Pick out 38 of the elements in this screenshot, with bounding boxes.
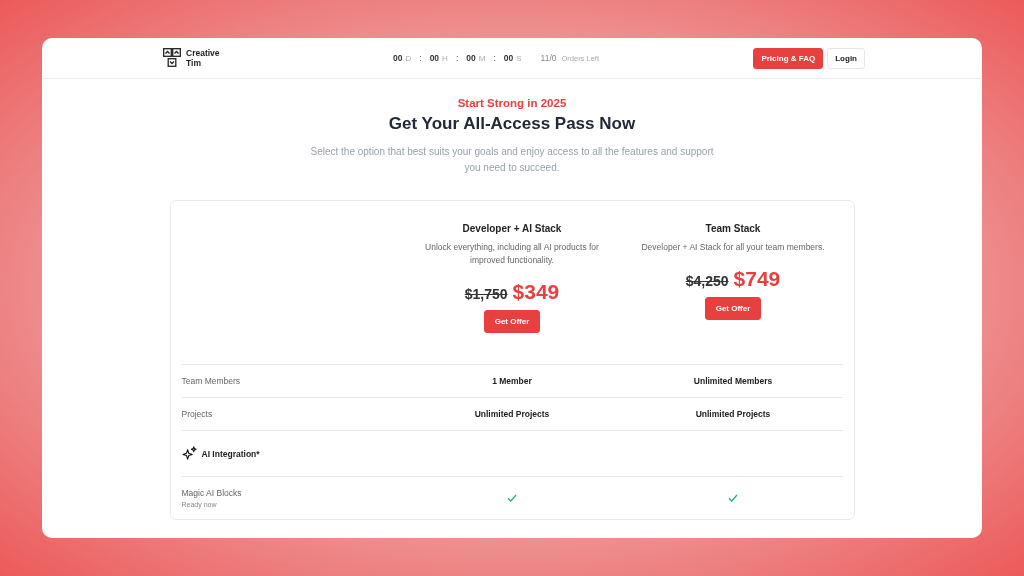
row-value: Unlimited Members bbox=[692, 376, 774, 386]
sparkles-icon bbox=[181, 446, 197, 461]
timer-value: 00 bbox=[429, 53, 440, 63]
plan-name: Developer + AI Stack bbox=[462, 223, 562, 234]
timer-unit: M bbox=[478, 54, 486, 63]
plan-description: Developer + AI Stack for all your team members. bbox=[640, 241, 826, 254]
orders-count: 11/0 bbox=[540, 53, 557, 63]
timer-separator: : bbox=[493, 53, 496, 63]
eyebrow-text: Start Strong in 2025 bbox=[457, 97, 567, 109]
timer-value: 00 bbox=[466, 53, 476, 63]
timer-unit: D bbox=[405, 54, 412, 63]
timer-unit: S bbox=[516, 54, 522, 63]
plan-description: Unlock everything, including all AI products for improved functionality. bbox=[424, 241, 600, 267]
timer-separator: : bbox=[455, 53, 459, 63]
login-button[interactable]: Login bbox=[827, 47, 865, 69]
price: $749 bbox=[733, 267, 781, 291]
row-value: Unlimited Projects bbox=[694, 409, 772, 419]
subtitle-text: Select the option that best suits your goals and enjoy access to all the features and support you need to succeed. bbox=[309, 145, 715, 175]
plan-name: Team Stack bbox=[705, 223, 761, 234]
row-label: Team Members bbox=[181, 376, 242, 386]
row-label: Projects bbox=[181, 409, 214, 419]
feature-label: Magic AI Blocks bbox=[181, 488, 243, 498]
page-title: Get Your All-Access Pass Now bbox=[388, 114, 636, 134]
logo-text: Creative Tim bbox=[186, 48, 220, 68]
timer-value: 00 bbox=[393, 53, 403, 63]
old-price: $4,250 bbox=[685, 273, 729, 289]
timer-unit: H bbox=[442, 54, 448, 63]
pricing-button[interactable]: Pricing & FAQ bbox=[753, 47, 824, 69]
old-price: $1,750 bbox=[464, 286, 508, 302]
row-value: Unlimited Projects bbox=[473, 409, 551, 419]
get-offer-button[interactable]: Get Offer bbox=[704, 297, 762, 320]
row-value: 1 Member bbox=[491, 376, 533, 386]
timer-separator: : bbox=[419, 53, 422, 63]
get-offer-button[interactable]: Get Offer bbox=[483, 310, 541, 333]
price: $349 bbox=[512, 280, 560, 304]
logo-icon bbox=[163, 48, 181, 68]
timer-value: 00 bbox=[503, 53, 514, 63]
section-title: AI Integration* bbox=[201, 448, 260, 459]
